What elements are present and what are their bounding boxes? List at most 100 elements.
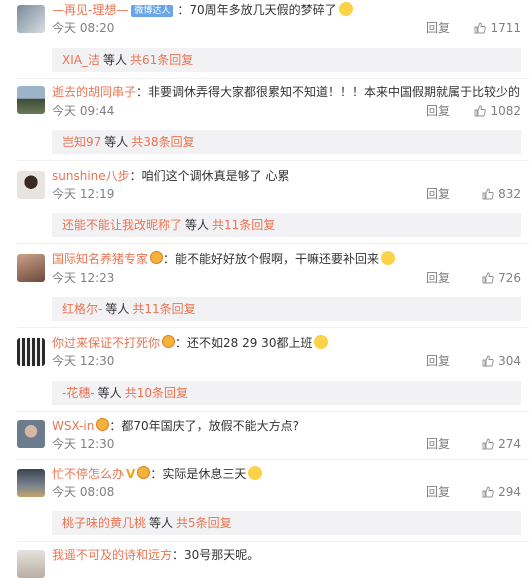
reply-username[interactable]: 岂知97	[62, 135, 101, 149]
divider	[17, 243, 529, 244]
thumbs-up-icon	[475, 22, 487, 34]
comment-text: ：咱们这个调休真是够了 心累	[129, 169, 290, 183]
comment-time: 今天 12:30	[52, 354, 115, 368]
like-button[interactable]: 832	[467, 185, 521, 203]
like-count: 1711	[490, 21, 521, 35]
like-count: 832	[498, 187, 521, 201]
reply-summary[interactable]: -花穗- 等人 共10条回复	[52, 381, 521, 405]
comment-text: ：实际是休息三天	[150, 467, 247, 481]
like-count: 1082	[490, 104, 521, 118]
divider	[17, 459, 529, 460]
thumbs-up-icon	[482, 188, 494, 200]
avatar[interactable]	[17, 171, 45, 199]
avatar[interactable]	[17, 86, 45, 114]
reply-count[interactable]: 共11条回复	[212, 218, 275, 232]
comment-time: 今天 08:20	[52, 21, 115, 35]
reply-count[interactable]: 共11条回复	[132, 302, 195, 316]
reply-button[interactable]: 回复	[426, 19, 450, 37]
comment-username[interactable]: 我遥不可及的诗和远方	[52, 548, 172, 562]
reply-others: 等人	[185, 218, 210, 232]
like-count: 726	[498, 271, 521, 285]
reply-others: 等人	[102, 53, 127, 67]
comment-text: ：能不能好好放个假啊，干嘛还要补回来	[163, 252, 380, 266]
comment-username[interactable]: 忙不停怎么办	[52, 467, 124, 481]
reply-username[interactable]: XIA_洁	[62, 53, 100, 67]
comment-text: ：30号那天呢。	[172, 548, 260, 562]
reply-button[interactable]: 回复	[426, 185, 450, 203]
member-crown-icon	[137, 466, 151, 479]
reply-summary[interactable]: 桃子味的黄几桃 等人 共5条回复	[52, 511, 521, 535]
expert-badge: 微博达人	[131, 5, 174, 17]
comment-text: ：还不如28 29 30都上班	[175, 336, 313, 350]
avatar[interactable]	[17, 5, 45, 33]
reply-count[interactable]: 共38条回复	[131, 135, 194, 149]
reply-others: 等人	[97, 386, 122, 400]
thumbs-up-icon	[482, 355, 494, 367]
avatar[interactable]	[17, 254, 45, 282]
thumbs-up-icon	[475, 105, 487, 117]
reply-summary[interactable]: 岂知97 等人 共38条回复	[52, 130, 521, 154]
thumbs-up-icon	[482, 486, 494, 498]
comment-text: ：都70年国庆了，放假不能大方点?	[109, 419, 300, 433]
like-button[interactable]: 274	[467, 435, 521, 453]
reply-username[interactable]: 桃子味的黄几桃	[62, 516, 146, 530]
thumbs-up-icon	[482, 438, 494, 450]
reply-others: 等人	[105, 302, 130, 316]
comment-username[interactable]: 国际知名养猪专家	[52, 252, 148, 266]
comment-username[interactable]: —再见-理想—	[52, 3, 128, 17]
reply-count[interactable]: 共61条回复	[130, 53, 193, 67]
member-crown-icon	[150, 251, 164, 264]
comment-username[interactable]: WSX-in	[52, 419, 94, 433]
comment-username[interactable]: 你过来保证不打死你	[52, 336, 160, 350]
comment-time: 今天 09:44	[52, 104, 115, 118]
reply-username[interactable]: 红格尔-	[62, 302, 102, 316]
reply-button[interactable]: 回复	[426, 435, 450, 453]
avatar[interactable]	[17, 469, 45, 497]
member-crown-icon	[162, 335, 176, 348]
divider	[17, 78, 529, 79]
comment-time: 今天 12:30	[52, 437, 115, 451]
emoji-icon	[248, 466, 263, 480]
emoji-icon	[314, 335, 329, 349]
reply-username[interactable]: -花穗-	[62, 386, 95, 400]
vip-v-icon: V	[126, 467, 136, 481]
comment-time: 今天 12:23	[52, 271, 115, 285]
reply-others: 等人	[149, 516, 174, 530]
reply-count[interactable]: 共5条回复	[176, 516, 232, 530]
avatar[interactable]	[17, 420, 45, 448]
divider	[17, 160, 529, 161]
comment-time: 今天 12:19	[52, 187, 115, 201]
reply-others: 等人	[104, 135, 129, 149]
reply-summary[interactable]: 红格尔- 等人 共11条回复	[52, 297, 521, 321]
thumbs-up-icon	[482, 272, 494, 284]
comment-username[interactable]: sunshine八步	[52, 169, 130, 183]
like-count: 294	[498, 485, 521, 499]
reply-button[interactable]: 回复	[426, 483, 450, 501]
like-button[interactable]: 1711	[467, 19, 521, 37]
reply-summary[interactable]: 还能不能让我改昵称了 等人 共11条回复	[52, 213, 521, 237]
reply-username[interactable]: 还能不能让我改昵称了	[62, 218, 182, 232]
reply-button[interactable]: 回复	[426, 269, 450, 287]
comment-text: ：非要调休弄得大家都很累知不知道！！！本来中国假期就属于比较少的	[136, 85, 521, 99]
emoji-icon	[381, 251, 396, 265]
reply-count[interactable]: 共10条回复	[125, 386, 188, 400]
avatar[interactable]	[17, 550, 45, 578]
like-button[interactable]: 294	[467, 483, 521, 501]
like-count: 304	[498, 354, 521, 368]
like-button[interactable]: 304	[467, 352, 521, 370]
member-crown-icon	[96, 418, 110, 431]
like-button[interactable]: 1082	[467, 102, 521, 120]
reply-summary[interactable]: XIA_洁 等人 共61条回复	[52, 48, 521, 72]
reply-button[interactable]: 回复	[426, 102, 450, 120]
comment-text: ：70周年多放几天假的梦碎了	[177, 3, 337, 17]
like-count: 274	[498, 437, 521, 451]
avatar[interactable]	[17, 338, 45, 366]
like-button[interactable]: 726	[467, 269, 521, 287]
reply-button[interactable]: 回复	[426, 352, 450, 370]
comment-username[interactable]: 逝去的胡同串子	[52, 85, 136, 99]
divider	[17, 411, 529, 412]
comment-time: 今天 08:08	[52, 485, 115, 499]
emoji-icon	[338, 2, 353, 16]
divider	[17, 541, 529, 542]
comment-feed: —再见-理想— 微博达人 ：70周年多放几天假的梦碎了 今天 08:20 回复 17…	[0, 0, 529, 578]
